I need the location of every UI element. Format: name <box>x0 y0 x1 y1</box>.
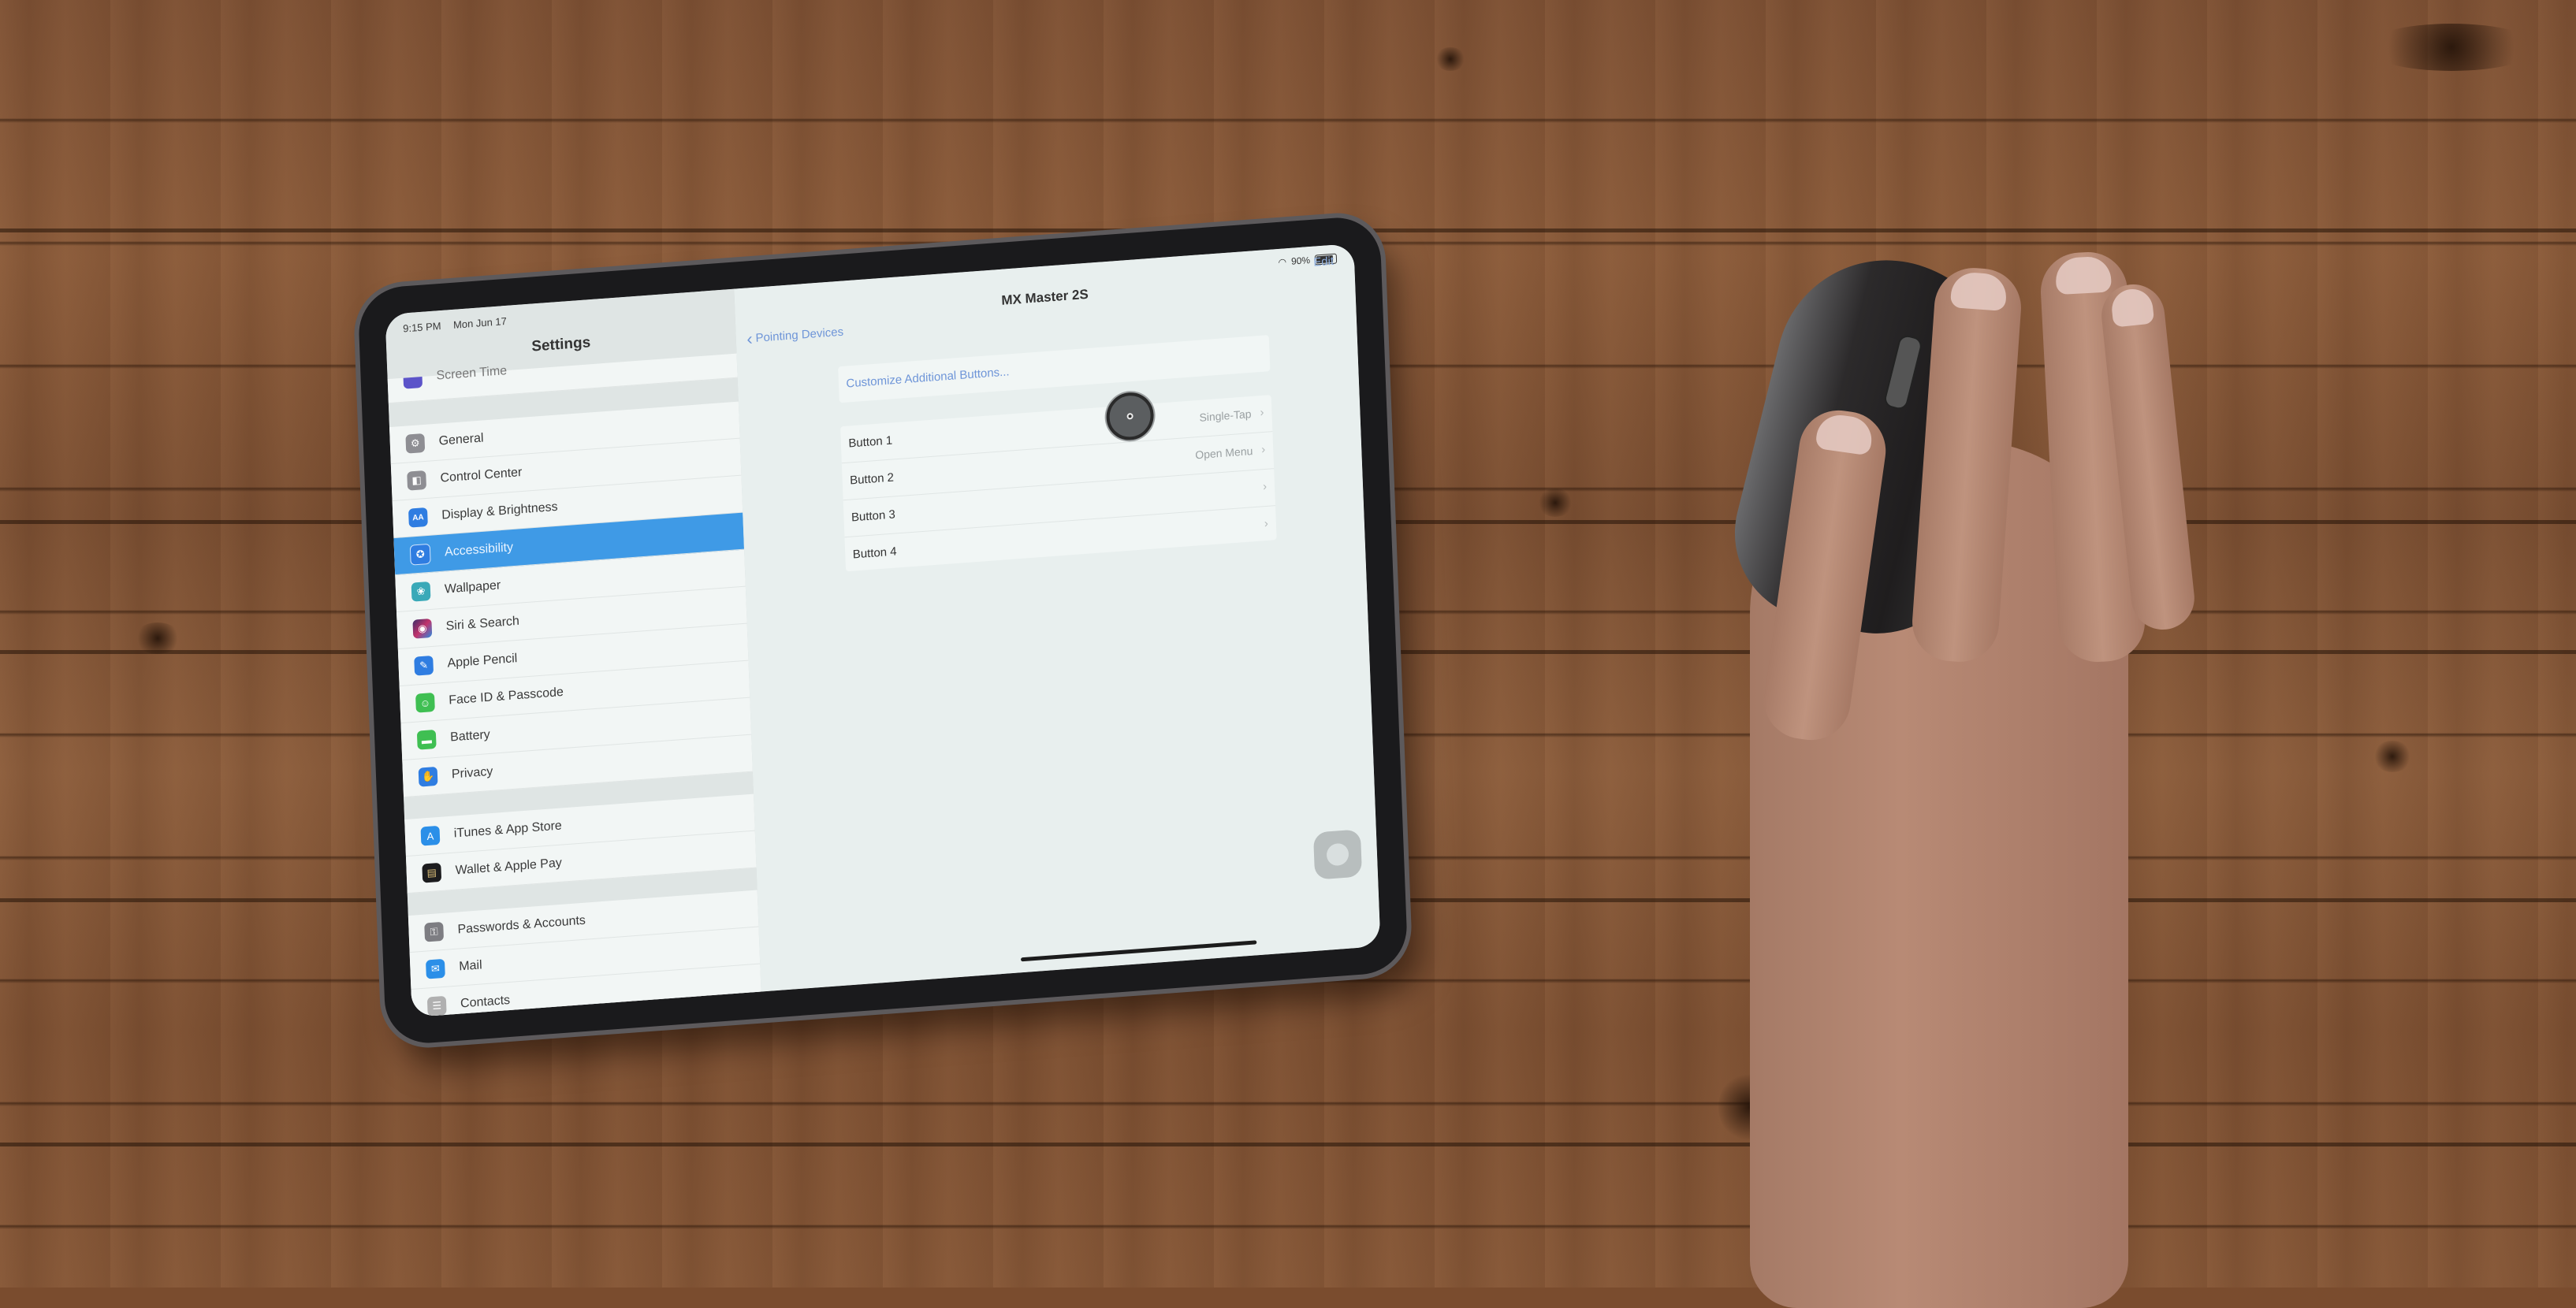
siri-icon: ◉ <box>412 618 433 639</box>
home-indicator[interactable] <box>1020 940 1257 962</box>
wood-knot <box>1435 47 1466 71</box>
sidebar-item-label: Siri & Search <box>445 614 520 634</box>
sidebar-item-label: Display & Brightness <box>441 500 558 522</box>
page-title: MX Master 2S <box>1001 286 1089 308</box>
button-row-value: Open Menu <box>1195 444 1253 462</box>
edit-button[interactable]: Edit <box>1313 255 1334 269</box>
battery-icon: ▬ <box>416 729 437 750</box>
ipad: 9:15 PM Mon Jun 17 Settings Screen Time … <box>357 214 1409 1046</box>
hand-icon: ✋ <box>418 766 438 787</box>
mouse-scroll-wheel <box>1882 333 1924 411</box>
wifi-icon: ◠ <box>1278 256 1287 269</box>
face-id-icon: ☺ <box>415 692 435 713</box>
status-date: Mon Jun 17 <box>452 314 508 331</box>
chevron-right-icon: › <box>1260 405 1264 420</box>
back-label: Pointing Devices <box>755 325 844 345</box>
assistive-touch-button[interactable] <box>1312 829 1363 880</box>
customize-card: Customize Additional Buttons... <box>837 335 1271 403</box>
plank-seam <box>0 1143 2576 1146</box>
app-store-icon: A <box>420 825 441 846</box>
mail-icon: ✉ <box>426 958 445 979</box>
sidebar-item-label: Privacy <box>451 764 493 782</box>
settings-group: A iTunes & App Store ▤ Wallet & Apple Pa… <box>404 793 757 894</box>
settings-sidebar: 9:15 PM Mon Jun 17 Settings Screen Time … <box>385 288 764 1018</box>
button-row-label: Button 3 <box>851 507 896 525</box>
settings-list: Screen Time ⚙ General ◧ Control Center A… <box>387 353 764 1018</box>
wood-knot <box>134 622 181 654</box>
sidebar-item-label: Face ID & Passcode <box>449 685 564 708</box>
sidebar-item-label: Screen Time <box>436 364 508 383</box>
hourglass-icon <box>403 376 423 389</box>
battery-percent: 90% <box>1290 255 1311 267</box>
key-icon: ⚿ <box>424 921 445 942</box>
wood-knot <box>2373 741 2412 772</box>
gear-icon: ⚙ <box>405 433 426 454</box>
fingernail <box>1949 271 2008 311</box>
button-row-label: Button 1 <box>848 433 893 451</box>
wood-knot <box>1537 489 1573 517</box>
sidebar-item-label: Accessibility <box>444 541 514 559</box>
switches-icon: ◧ <box>407 470 427 491</box>
fingernail <box>2110 287 2154 328</box>
sidebar-item-label: Wallpaper <box>444 578 501 596</box>
button-row-label: Button 2 <box>849 470 895 488</box>
chevron-right-icon: › <box>1264 516 1269 531</box>
sidebar-item-label: Contacts <box>460 993 511 1011</box>
pointer-center-dot <box>1126 413 1134 420</box>
settings-group: ⚿ Passwords & Accounts ✉ Mail ☰ Contacts… <box>408 890 763 1018</box>
back-button[interactable]: ‹ Pointing Devices <box>746 325 844 349</box>
fingernail <box>1815 412 1875 456</box>
contacts-icon: ☰ <box>426 995 447 1016</box>
status-time: 9:15 PM <box>402 320 441 335</box>
text-size-icon: AA <box>408 507 428 528</box>
assistive-touch-icon <box>1326 842 1349 867</box>
chevron-right-icon: › <box>1262 479 1268 494</box>
sidebar-item-label: Mail <box>459 958 482 974</box>
ipad-screen[interactable]: 9:15 PM Mon Jun 17 Settings Screen Time … <box>385 243 1381 1018</box>
sidebar-item-label: iTunes & App Store <box>453 819 563 841</box>
sidebar-item-label: Wallet & Apple Pay <box>455 856 563 878</box>
fingernail <box>2054 255 2113 295</box>
accessibility-icon: ✪ <box>409 543 431 566</box>
sidebar-item-label: Apple Pencil <box>447 652 518 671</box>
sidebar-item-label: Control Center <box>440 465 523 485</box>
chevron-left-icon: ‹ <box>746 329 754 349</box>
sidebar-item-label: Passwords & Accounts <box>457 913 586 937</box>
button-row-value: Single-Tap <box>1199 407 1252 424</box>
flower-icon: ❀ <box>411 581 431 602</box>
wood-knot <box>2365 24 2538 71</box>
settings-group: ⚙ General ◧ Control Center AA Display & … <box>389 401 753 798</box>
sidebar-item-label: Battery <box>449 727 491 745</box>
detail-pane: ◠ 90% Edit MX Master 2S ‹ Pointing Devic… <box>733 243 1381 992</box>
wallet-icon: ▤ <box>422 862 442 883</box>
sidebar-item-label: General <box>438 431 484 448</box>
customize-buttons-link[interactable]: Customize Additional Buttons... <box>846 365 1010 390</box>
button-row-label: Button 4 <box>852 544 897 562</box>
pencil-icon: ✎ <box>414 655 434 676</box>
buttons-list: Button 1 Single-Tap › Button 2 Open Menu… <box>839 395 1277 572</box>
chevron-right-icon: › <box>1260 442 1266 457</box>
